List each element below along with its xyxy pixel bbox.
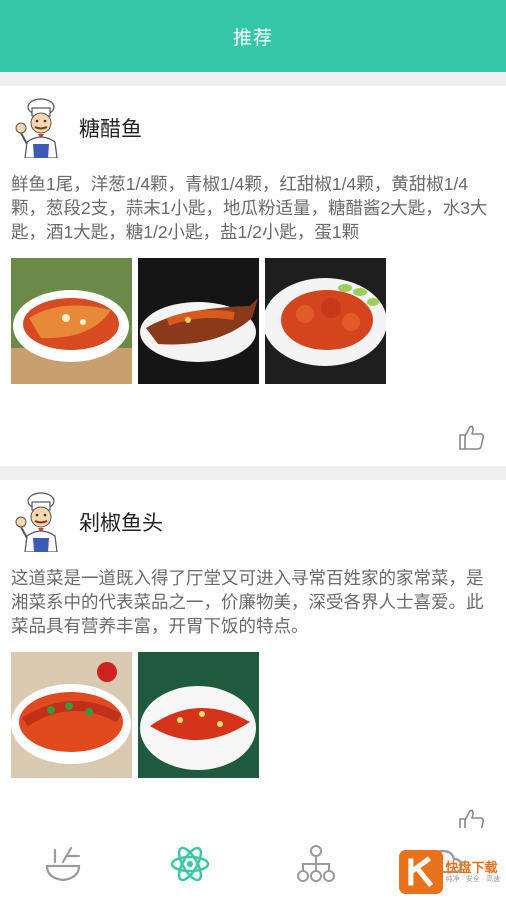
bottom-tab-bar: 快盘下载 纯净 · 安全 · 高速 — [0, 828, 506, 900]
recipe-title: 糖醋鱼 — [79, 118, 142, 141]
recipe-title: 剁椒鱼头 — [79, 512, 163, 535]
download-site-watermark: 快盘下载 纯净 · 安全 · 高速 — [398, 850, 500, 894]
tab-category[interactable] — [253, 828, 380, 900]
dish-photo[interactable] — [265, 258, 386, 384]
tab-more[interactable]: 快盘下载 纯净 · 安全 · 高速 — [380, 828, 506, 900]
top-bar: 推荐 — [0, 0, 506, 72]
k-logo-icon — [398, 850, 443, 894]
watermark-title: 快盘下载 — [445, 859, 498, 875]
chef-avatar — [11, 98, 69, 158]
tab-home[interactable] — [0, 828, 127, 900]
watermark-subtitle: 纯净 · 安全 · 高速 — [445, 875, 500, 883]
like-icon[interactable] — [456, 806, 486, 828]
dish-photo[interactable] — [11, 258, 132, 384]
dish-photo[interactable] — [11, 652, 132, 778]
recipe-card[interactable]: 糖醋鱼 鲜鱼1尾，洋葱1/4颗，青椒1/4颗，红甜椒1/4颗，黄甜椒1/4颗，葱… — [0, 86, 506, 466]
atom-icon — [170, 846, 209, 882]
bowl-icon — [46, 846, 81, 882]
recipe-card[interactable]: 剁椒鱼头 这道菜是一道既入得了厅堂又可进入寻常百姓家的家常菜，是湘菜系中的代表菜… — [0, 480, 506, 828]
page-title: 推荐 — [232, 27, 273, 49]
recipe-description: 这道菜是一道既入得了厅堂又可进入寻常百姓家的家常菜，是湘菜系中的代表菜品之一，价… — [11, 568, 484, 636]
recipe-feed[interactable]: 糖醋鱼 鲜鱼1尾，洋葱1/4颗，青椒1/4颗，红甜椒1/4颗，黄甜椒1/4颗，葱… — [0, 72, 506, 828]
like-icon[interactable] — [456, 422, 486, 452]
org-tree-icon — [297, 845, 336, 882]
chef-avatar — [11, 492, 69, 552]
dish-photo[interactable] — [138, 652, 259, 778]
recipe-description: 鲜鱼1尾，洋葱1/4颗，青椒1/4颗，红甜椒1/4颗，黄甜椒1/4颗，葱段2支，… — [11, 174, 488, 242]
dish-photo[interactable] — [138, 258, 259, 384]
tab-recommend[interactable] — [127, 828, 254, 900]
